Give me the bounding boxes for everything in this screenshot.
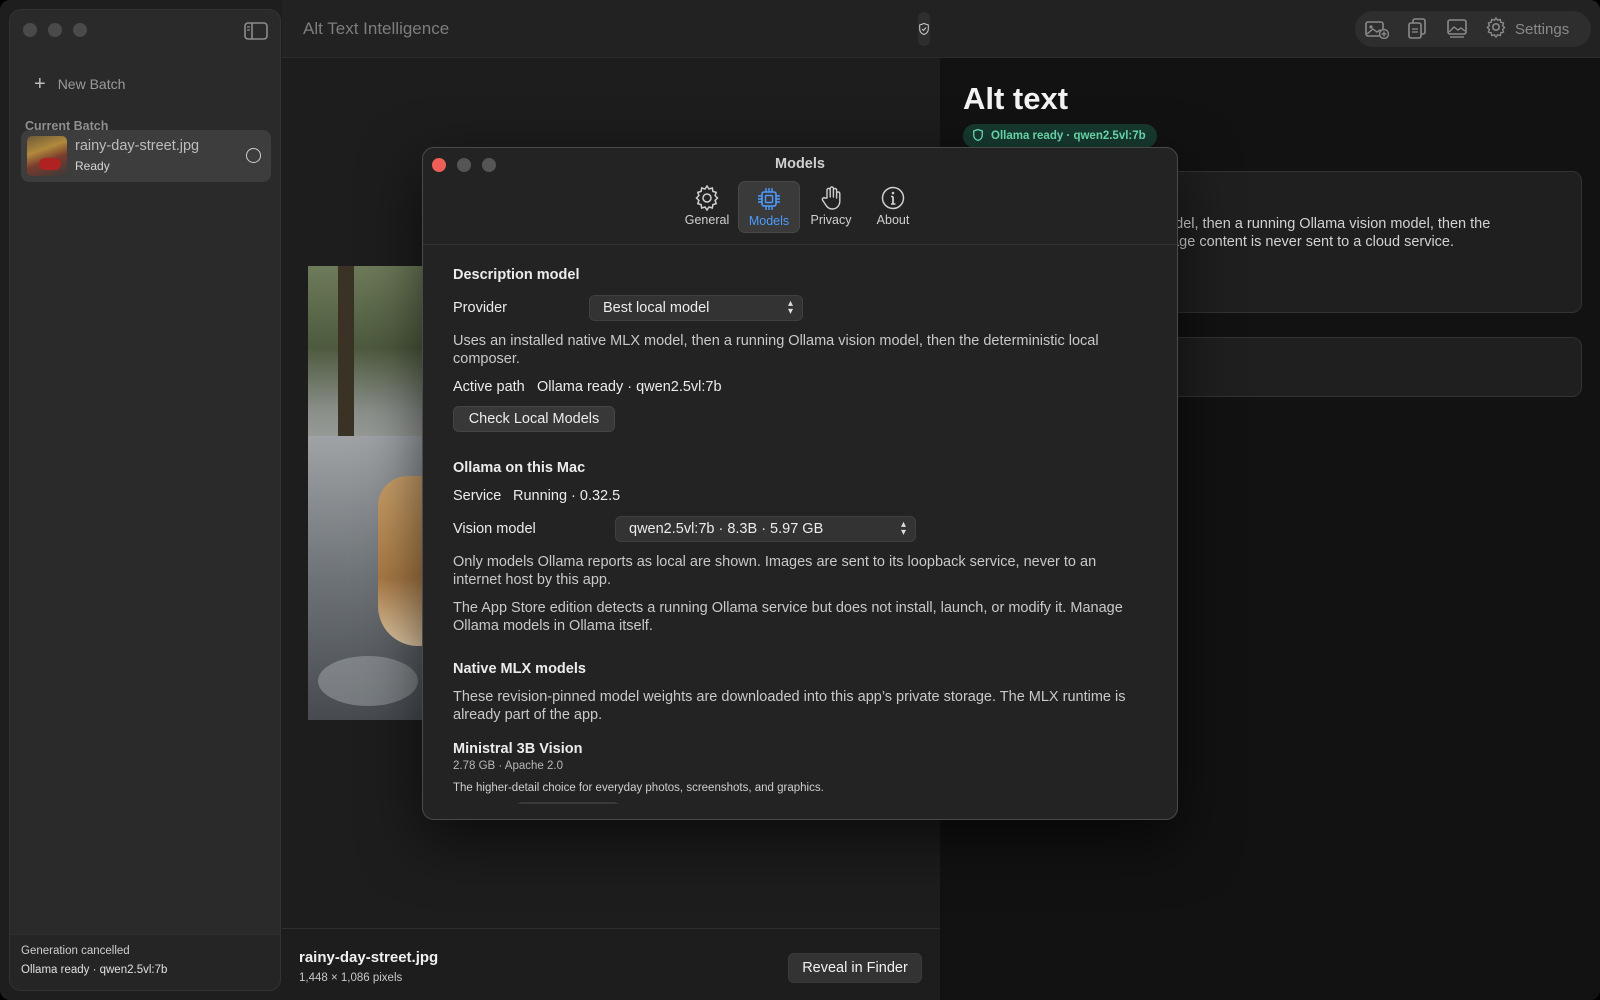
hand-icon — [821, 186, 841, 210]
batch-list-item[interactable]: rainy-day-street.jpg Ready — [21, 130, 271, 182]
image-add-icon[interactable] — [1365, 18, 1389, 40]
service-label: Service — [453, 488, 502, 504]
mlx-model-meta: 2.78 GB · Apache 2.0 — [453, 760, 563, 772]
tab-about[interactable]: About — [862, 181, 924, 233]
image-icon[interactable] — [1445, 18, 1469, 40]
sidebar: + New Batch Current Batch rainy-day-stre… — [9, 9, 281, 991]
batch-item-name: rainy-day-street.jpg — [75, 138, 200, 154]
native-mlx-heading: Native MLX models — [453, 661, 586, 677]
vision-model-select[interactable]: qwen2.5vl:7b · 8.3B · 5.97 GB ▴ ▾ — [615, 516, 916, 542]
preview-dimensions: 1,448 × 1,086 pixels — [299, 972, 403, 984]
close-window-button[interactable] — [23, 23, 37, 37]
settings-tabs: General Models Privacy About — [423, 181, 1177, 233]
tab-general-label: General — [684, 213, 730, 227]
preview-footer: rainy-day-street.jpg 1,448 × 1,086 pixel… — [282, 928, 940, 1000]
tab-privacy-label: Privacy — [810, 213, 852, 227]
mlx-model-description: The higher-detail choice for everyday ph… — [453, 782, 824, 794]
active-path-label: Active path — [453, 379, 525, 395]
batch-thumbnail — [27, 136, 67, 176]
sidebar-toggle-icon[interactable] — [244, 22, 268, 40]
models-settings-content: Description model Provider Best local mo… — [453, 244, 1143, 804]
new-batch-label: New Batch — [57, 76, 126, 92]
mlx-download-button[interactable] — [516, 802, 620, 804]
preview-file-name: rainy-day-street.jpg — [299, 949, 439, 966]
provider-select-value: Best local model — [603, 300, 710, 316]
native-mlx-description: These revision-pinned model weights are … — [453, 689, 1126, 723]
ollama-status-text: Ollama ready · qwen2.5vl:7b — [991, 130, 1146, 142]
status-line-cancelled: Generation cancelled — [21, 945, 130, 957]
tab-privacy[interactable]: Privacy — [800, 181, 862, 233]
select-chevron-icon: ▴ ▾ — [787, 298, 793, 317]
provider-description: Uses an installed native MLX model, then… — [453, 333, 1099, 367]
provider-info-text: model, then a running Ollama vision mode… — [1155, 216, 1491, 250]
tab-general[interactable]: General — [676, 181, 738, 233]
sidebar-status-footer: Generation cancelled Ollama ready · qwen… — [10, 934, 280, 990]
vision-model-select-value: qwen2.5vl:7b · 8.3B · 5.97 GB — [629, 521, 824, 537]
reveal-in-finder-button[interactable]: Reveal in Finder — [788, 953, 922, 983]
zoom-window-button[interactable] — [73, 23, 87, 37]
alt-text-title: Alt text — [963, 81, 1069, 116]
settings-button[interactable]: Settings — [1485, 16, 1569, 42]
new-batch-button[interactable]: + New Batch — [34, 74, 125, 94]
chip-icon — [758, 188, 780, 210]
app-window: + New Batch Current Batch rainy-day-stre… — [0, 0, 1600, 1000]
preview-image — [308, 266, 428, 720]
check-local-models-button[interactable]: Check Local Models — [453, 406, 615, 432]
privacy-shield-icon — [918, 12, 930, 46]
toolbar: Alt Text Intelligence Settings — [282, 0, 1600, 58]
toolbar-actions: Settings — [1355, 11, 1591, 47]
tab-models[interactable]: Models — [738, 181, 800, 233]
provider-label: Provider — [453, 300, 507, 316]
copy-icon[interactable] — [1405, 18, 1429, 40]
status-line-ollama: Ollama ready · qwen2.5vl:7b — [21, 964, 168, 976]
vision-model-label: Vision model — [453, 521, 536, 537]
provider-select[interactable]: Best local model ▴ ▾ — [589, 295, 803, 321]
window-controls — [23, 23, 87, 37]
ollama-status-badge: Ollama ready · qwen2.5vl:7b — [963, 124, 1157, 148]
shield-icon — [973, 128, 983, 144]
service-value: Running · 0.32.5 — [513, 488, 621, 504]
gear-icon — [1485, 16, 1507, 42]
settings-label: Settings — [1515, 20, 1570, 38]
tab-models-label: Models — [748, 214, 790, 228]
gear-icon — [695, 185, 719, 211]
ollama-description-appstore: The App Store edition detects a running … — [453, 600, 1123, 634]
batch-item-status: Ready — [75, 159, 110, 173]
info-icon — [881, 186, 905, 210]
ollama-heading: Ollama on this Mac — [453, 460, 586, 476]
ollama-description-local: Only models Ollama reports as local are … — [453, 554, 1097, 588]
models-settings-dialog: Models General Models Privacy About Desc… — [422, 147, 1178, 820]
batch-select-circle-icon[interactable] — [246, 148, 261, 163]
app-title: Alt Text Intelligence — [303, 19, 450, 38]
minimize-window-button[interactable] — [48, 23, 62, 37]
description-model-heading: Description model — [453, 267, 580, 283]
active-path-value: Ollama ready · qwen2.5vl:7b — [537, 379, 722, 395]
mlx-model-name: Ministral 3B Vision — [453, 741, 583, 757]
select-chevron-icon: ▴ ▾ — [900, 519, 906, 538]
dialog-title: Models — [775, 156, 825, 172]
tab-about-label: About — [876, 213, 910, 227]
plus-icon: + — [34, 73, 46, 95]
